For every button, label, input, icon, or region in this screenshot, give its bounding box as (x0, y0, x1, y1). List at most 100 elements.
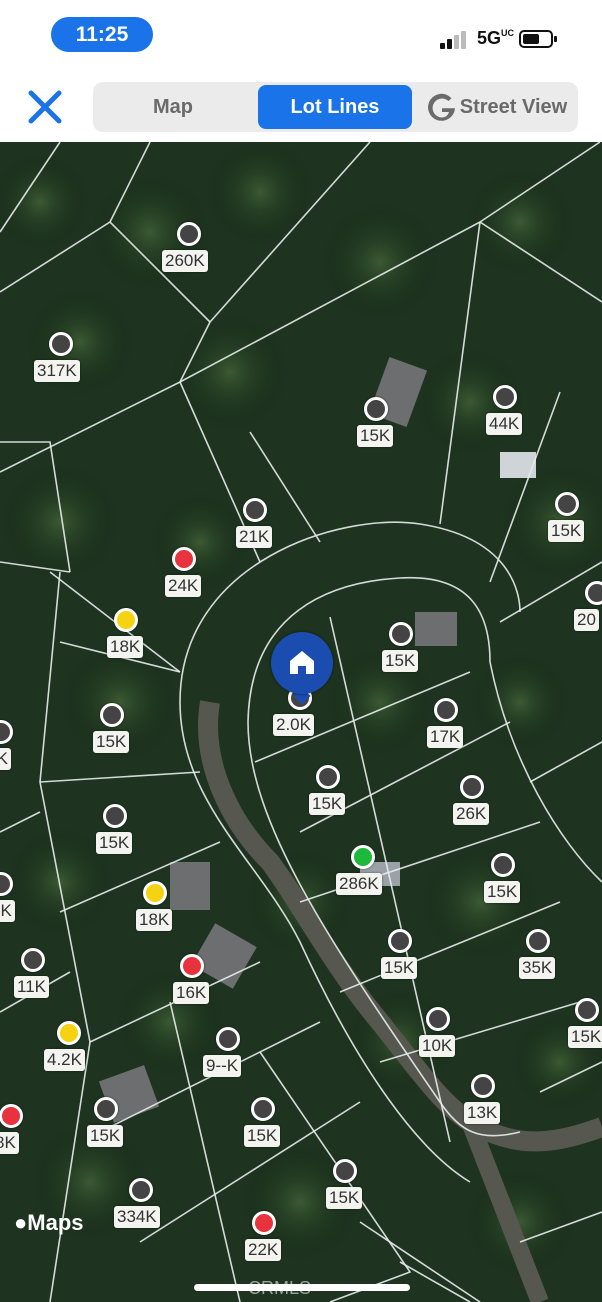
pin-dot (143, 881, 167, 905)
pin-dot (585, 581, 602, 605)
property-pin[interactable]: 5K (0, 872, 16, 922)
pin-dot (526, 929, 550, 953)
google-g-icon (427, 93, 455, 121)
pin-dot (316, 765, 340, 789)
pin-price: 9--K (203, 1055, 242, 1077)
property-pin[interactable]: -K (0, 720, 16, 770)
property-pin[interactable]: 15K (244, 1097, 281, 1147)
house-icon (290, 651, 314, 674)
pin-price: 15K (548, 520, 585, 542)
pin-price: 24K (165, 575, 202, 597)
property-pin[interactable]: 18K (107, 608, 144, 658)
property-pin[interactable]: 334K (114, 1178, 160, 1228)
pin-price: 35K (519, 957, 556, 979)
property-pin[interactable]: 260K (162, 222, 208, 272)
close-x-icon[interactable] (26, 88, 64, 126)
pin-dot (114, 608, 138, 632)
property-pin[interactable]: 15K (87, 1097, 124, 1147)
property-pin[interactable]: 22K (245, 1211, 282, 1261)
pin-dot (555, 492, 579, 516)
property-pin[interactable]: 15K (93, 703, 130, 753)
pin-price: 15K (87, 1125, 124, 1147)
property-pin[interactable]: 15K (382, 622, 419, 672)
property-pin[interactable]: 26K (453, 775, 490, 825)
pin-dot (129, 1178, 153, 1202)
property-pin[interactable]: 317K (34, 332, 80, 382)
pin-price: 15K (244, 1125, 281, 1147)
property-pin[interactable]: 286K (336, 845, 382, 895)
pin-dot (575, 998, 599, 1022)
pin-price: 15K (93, 731, 130, 753)
pin-price: 5K (0, 900, 15, 922)
pin-dot (243, 498, 267, 522)
pin-dot (471, 1074, 495, 1098)
pin-price: 11K (14, 976, 49, 998)
property-pin[interactable]: 18K (136, 881, 173, 931)
home-indicator[interactable] (194, 1284, 410, 1291)
property-pin[interactable]: 15K (484, 853, 521, 903)
pin-price: 18K (136, 909, 173, 931)
pin-price: 15K (381, 957, 418, 979)
pin-price: 22K (245, 1239, 282, 1261)
pin-price: 21K (236, 526, 273, 548)
pin-price: 26K (453, 803, 490, 825)
property-pin[interactable]: 35K (519, 929, 556, 979)
pin-price: 18K (107, 636, 144, 658)
property-pin[interactable]: 9--K (203, 1027, 243, 1077)
cellular-signal-icon (440, 31, 470, 49)
pin-dot (351, 845, 375, 869)
property-pin[interactable]: 17K (427, 698, 464, 748)
property-pin[interactable]: 15K (381, 929, 418, 979)
pin-dot (57, 1021, 81, 1045)
pin-dot (103, 804, 127, 828)
pin-price: 15K (382, 650, 419, 672)
pin-price: 8K (0, 1132, 19, 1154)
apple-logo-icon: ● (14, 1210, 28, 1235)
property-pin[interactable]: 13K (464, 1074, 501, 1124)
property-pin[interactable]: 15K (96, 804, 133, 854)
pin-dot (94, 1097, 118, 1121)
property-pin[interactable]: 16K (173, 954, 210, 1004)
map-header: Map Lot Lines Street View (0, 70, 602, 142)
pin-dot (0, 720, 13, 744)
property-pin[interactable]: 15K (309, 765, 346, 815)
apple-maps-attribution: ●Maps (14, 1210, 84, 1235)
property-pin[interactable]: 21K (236, 498, 273, 548)
property-pin[interactable]: 10K (419, 1007, 456, 1057)
pin-dot (460, 775, 484, 799)
tab-map[interactable]: Map (99, 85, 247, 129)
pin-dot (21, 948, 45, 972)
selected-home-marker[interactable] (271, 632, 333, 694)
property-pin[interactable]: 15K (568, 998, 602, 1048)
pin-dot (252, 1211, 276, 1235)
pin-price: 16K (173, 982, 210, 1004)
tab-street-view[interactable]: Street View (421, 85, 573, 129)
property-pin[interactable]: 11K (14, 948, 49, 998)
pin-dot (493, 385, 517, 409)
pin-price: 317K (34, 360, 80, 382)
pin-dot (216, 1027, 240, 1051)
satellite-map[interactable]: 260K 317K 15K 44K 21K 15K 24K 18K 15K 20… (0, 142, 602, 1302)
pin-dot (180, 954, 204, 978)
status-bar: 11:25 5GUC (0, 0, 602, 70)
property-pin[interactable]: 20 (574, 581, 602, 631)
pin-dot (426, 1007, 450, 1031)
property-pin[interactable]: 24K (165, 547, 202, 597)
pin-dot (0, 872, 13, 896)
battery-icon (519, 30, 553, 48)
battery-tip (554, 36, 557, 42)
pin-dot (333, 1159, 357, 1183)
property-pin[interactable]: 15K (357, 397, 394, 447)
tab-lot-lines[interactable]: Lot Lines (258, 85, 412, 129)
pin-price: 286K (336, 873, 382, 895)
pin-dot (389, 622, 413, 646)
property-pin[interactable]: 4.2K (44, 1021, 85, 1071)
status-time: 11:25 (51, 17, 153, 52)
property-pin[interactable]: 44K (486, 385, 523, 435)
pin-dot (177, 222, 201, 246)
property-pin[interactable]: 8K (0, 1104, 26, 1154)
property-pin[interactable]: 15K (548, 492, 585, 542)
view-mode-segmented-control: Map Lot Lines Street View (93, 82, 578, 132)
property-pin[interactable]: 15K (326, 1159, 363, 1209)
pin-price: 4.2K (44, 1049, 85, 1071)
